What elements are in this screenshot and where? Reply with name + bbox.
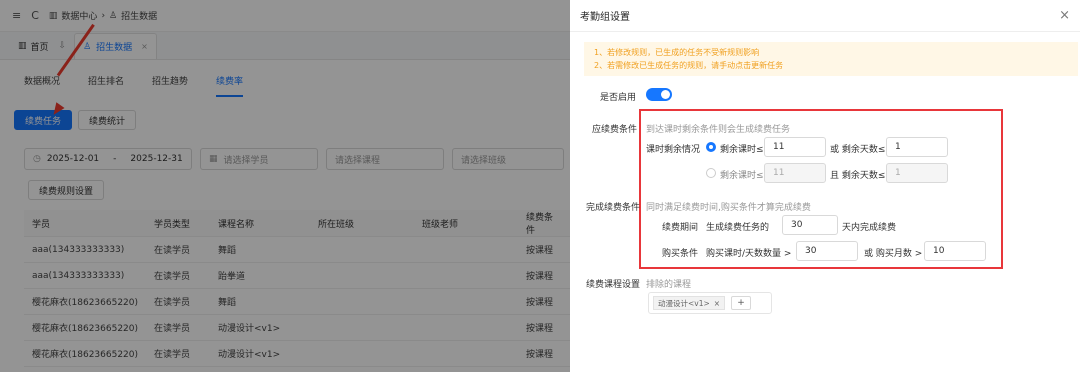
option1-or-label: 或 剩余天数≤ <box>830 145 886 155</box>
attendance-group-settings-drawer: 考勤组设置 × 1、若修改规则，已生成的任务不受新规则影响 2、若需修改已生成任… <box>570 0 1080 372</box>
excluded-courses-input[interactable]: 动漫设计<v1> × + <box>648 292 772 314</box>
notice-line: 1、若修改规则，已生成的任务不受新规则影响 <box>594 48 760 57</box>
remaining-hours-input[interactable]: 11 <box>764 137 826 157</box>
modal-overlay[interactable] <box>0 0 570 372</box>
purchase-months-input[interactable]: 10 <box>924 241 986 261</box>
add-icon[interactable]: + <box>731 296 752 310</box>
option2-and-label: 且 剩余天数≤ <box>830 171 886 181</box>
notice-banner: 1、若修改规则，已生成的任务不受新规则影响 2、若需修改已生成任务的规则，请手动… <box>584 42 1078 76</box>
renewal-period-input[interactable]: 30 <box>782 215 838 235</box>
drawer-header: 考勤组设置 × <box>570 0 1080 32</box>
excluded-courses-label: 排除的课程 <box>646 280 692 290</box>
complete-condition-hint: 同时满足续费时间,购买条件才算完成续费 <box>646 203 811 213</box>
notice-line: 2、若需修改已生成任务的规则，请手动点击更新任务 <box>594 61 784 70</box>
course-tag: 动漫设计<v1> × <box>653 296 726 310</box>
renewal-condition-label: 应续费条件 <box>592 125 638 135</box>
period-suffix: 天内完成续费 <box>842 223 897 233</box>
option1-label: 剩余课时≤ <box>720 145 764 155</box>
purchase-prefix: 购买课时/天数数量 > <box>706 249 792 259</box>
option2-label: 剩余课时≤ <box>720 171 764 181</box>
close-icon[interactable]: × <box>714 299 720 308</box>
purchase-label: 购买条件 <box>662 249 699 259</box>
option1-radio[interactable] <box>706 142 716 152</box>
drawer-title: 考勤组设置 <box>580 12 630 23</box>
remaining-label: 课时剩余情况 <box>646 145 701 155</box>
purchase-or-label: 或 购买月数 > <box>864 249 923 259</box>
close-icon[interactable]: × <box>1059 8 1070 23</box>
option2-radio[interactable] <box>706 168 716 178</box>
remaining-days-input[interactable]: 1 <box>886 137 948 157</box>
period-prefix: 生成续费任务的 <box>706 223 770 233</box>
enabled-toggle[interactable] <box>646 88 672 101</box>
remaining-days-input-disabled[interactable]: 1 <box>886 163 948 183</box>
course-settings-label: 续费课程设置 <box>586 280 641 290</box>
complete-condition-label: 完成续费条件 <box>586 203 641 213</box>
purchase-quantity-input[interactable]: 30 <box>796 241 858 261</box>
period-label: 续费期间 <box>662 223 699 233</box>
renewal-condition-hint: 到达课时剩余条件则会生成续费任务 <box>646 125 791 135</box>
course-tag-label: 动漫设计<v1> <box>658 298 710 308</box>
remaining-hours-input-disabled[interactable]: 11 <box>764 163 826 183</box>
enabled-label: 是否启用 <box>600 93 637 103</box>
